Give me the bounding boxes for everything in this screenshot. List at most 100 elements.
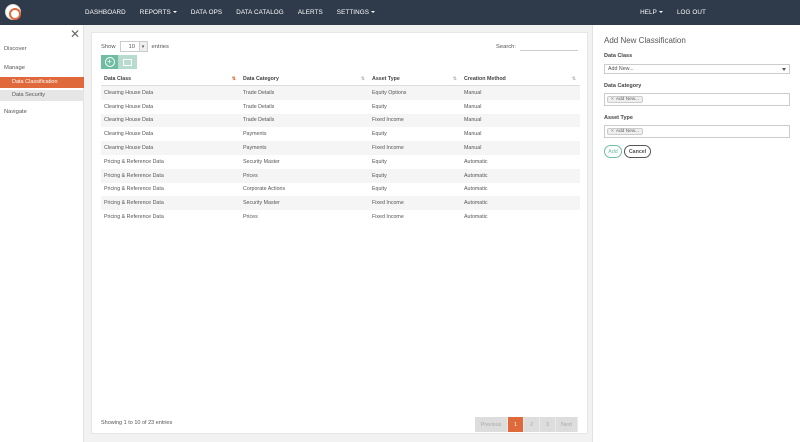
pagination: Previous 1 2 3 Next [475, 417, 578, 432]
cell-data-class: Clearing House Data [104, 131, 154, 138]
entries-select-value: 10 [128, 44, 135, 50]
show-label: Show [101, 43, 116, 50]
classification-table-card: Show 10 ▾ entries Search: + Data Class ⇅ … [91, 32, 588, 434]
column-header-asset-type[interactable]: Asset Type ⇅ [369, 76, 461, 82]
cell-data-class: Clearing House Data [104, 145, 154, 152]
column-header-data-class[interactable]: Data Class ⇅ [101, 76, 240, 82]
entries-length-control: Show 10 ▾ entries [101, 41, 169, 52]
cell-data-class: Pricing & Reference Data [104, 172, 164, 179]
cell-data-category: Corporate Actions [243, 186, 286, 193]
user-nav: HELP LOG OUT [640, 0, 720, 25]
cell-creation-method: Automatic [464, 158, 488, 165]
column-header-data-category[interactable]: Data Category ⇅ [240, 76, 369, 82]
cancel-button[interactable]: Cancel [624, 145, 651, 158]
previous-page-button[interactable]: Previous [475, 417, 508, 432]
nav-data-catalog[interactable]: DATA CATALOG [236, 9, 284, 16]
sidebar-discover[interactable]: Discover [4, 46, 27, 52]
sort-icon: ⇅ [452, 76, 457, 82]
app-logo-icon[interactable] [5, 4, 21, 20]
asset-type-label: Asset Type [604, 115, 633, 121]
cell-creation-method: Manual [464, 131, 482, 138]
tag-remove-icon[interactable]: × [611, 97, 614, 102]
search-input[interactable] [520, 42, 578, 51]
table-row[interactable]: Pricing & Reference Data Security Master F… [101, 196, 580, 211]
cell-asset-type: Equity [372, 158, 387, 165]
tag-remove-icon[interactable]: × [611, 129, 614, 134]
caret-down-icon [371, 11, 376, 14]
next-page-button[interactable]: Next [556, 417, 578, 432]
sidebar-manage[interactable]: Manage [4, 65, 25, 71]
column-header-creation-method[interactable]: Creation Method ⇅ [461, 76, 580, 82]
nav-help[interactable]: HELP [640, 9, 663, 16]
cell-asset-type: Equity Options [372, 89, 407, 96]
asset-type-tag-input[interactable]: × Add New... [604, 125, 790, 138]
add-classification-panel: Add New Classification Data Class Add Ne… [592, 25, 800, 442]
cell-data-category: Trade Details [243, 89, 275, 96]
cell-creation-method: Manual [464, 117, 482, 124]
column-visibility-button[interactable] [118, 55, 137, 69]
cell-data-class: Pricing & Reference Data [104, 186, 164, 193]
table-row[interactable]: Clearing House Data Trade Details Fixed In… [101, 113, 580, 128]
table-row[interactable]: Pricing & Reference Data Prices Fixed Inco… [101, 210, 580, 224]
table-body: Clearing House Data Trade Details Equity O… [101, 86, 580, 224]
cell-data-category: Trade Details [243, 103, 275, 110]
page-1-button[interactable]: 1 [508, 417, 524, 432]
nav-data-ops[interactable]: DATA OPS [191, 9, 222, 16]
classification-table: Data Class ⇅ Data Category ⇅ Asset Type ⇅ C… [101, 73, 580, 224]
data-class-select[interactable]: Add New... [604, 64, 790, 74]
cell-creation-method: Automatic [464, 186, 488, 193]
cell-creation-method: Manual [464, 89, 482, 96]
caret-down-icon [172, 11, 177, 14]
cell-creation-method: Manual [464, 145, 482, 152]
table-row[interactable]: Clearing House Data Payments Equity Manual [101, 127, 580, 141]
cell-creation-method: Manual [464, 103, 482, 110]
cell-data-class: Clearing House Data [104, 103, 154, 110]
sidebar-item-data-classification[interactable]: Data Classification [0, 77, 84, 88]
cell-asset-type: Equity [372, 131, 387, 138]
data-class-label: Data Class [604, 53, 633, 59]
table-row[interactable]: Pricing & Reference Data Corporate Action… [101, 183, 580, 197]
table-row[interactable]: Clearing House Data Payments Fixed Income M… [101, 141, 580, 155]
data-category-tag[interactable]: × Add New... [607, 96, 644, 103]
sidebar-navigate[interactable]: Navigate [4, 109, 27, 115]
sort-icon: ⇅ [360, 76, 365, 82]
cell-data-category: Security Master [243, 158, 280, 165]
sidebar: ✕ Discover Manage Data Classification Da… [0, 25, 84, 442]
asset-type-tag[interactable]: × Add New... [607, 128, 644, 135]
sort-icon: ⇅ [231, 76, 236, 82]
sort-icon: ⇅ [571, 76, 576, 82]
close-icon[interactable]: ✕ [70, 28, 80, 40]
nav-settings[interactable]: SETTINGS [337, 9, 376, 16]
cell-data-category: Prices [243, 214, 258, 221]
page-2-button[interactable]: 2 [524, 417, 540, 432]
table-actions: + [101, 55, 137, 69]
cell-data-category: Trade Details [243, 117, 275, 124]
search-label: Search: [496, 43, 516, 50]
nav-reports[interactable]: REPORTS [140, 9, 177, 16]
nav-logout[interactable]: LOG OUT [677, 9, 706, 16]
caret-down-icon [658, 11, 663, 14]
add-classification-button[interactable]: + [101, 55, 118, 69]
nav-alerts[interactable]: ALERTS [298, 9, 323, 16]
cell-data-class: Pricing & Reference Data [104, 200, 164, 207]
nav-dashboard[interactable]: DASHBOARD [85, 9, 126, 16]
table-row[interactable]: Pricing & Reference Data Security Master E… [101, 155, 580, 169]
table-row[interactable]: Clearing House Data Trade Details Equity O… [101, 86, 580, 100]
cell-data-class: Pricing & Reference Data [104, 214, 164, 221]
cell-asset-type: Fixed Income [372, 145, 404, 152]
cell-data-class: Pricing & Reference Data [104, 158, 164, 165]
page-3-button[interactable]: 3 [540, 417, 556, 432]
chevron-down-icon [782, 68, 786, 71]
entries-select[interactable]: 10 ▾ [119, 41, 148, 52]
table-info: Showing 1 to 10 of 23 entries [101, 420, 173, 426]
cell-creation-method: Automatic [464, 214, 488, 221]
cell-data-category: Payments [243, 131, 267, 138]
add-button[interactable]: Add [604, 145, 622, 158]
sidebar-item-data-security[interactable]: Data Security [0, 90, 84, 101]
table-search: Search: [496, 42, 578, 51]
table-row[interactable]: Pricing & Reference Data Prices Equity Auto… [101, 168, 580, 183]
table-row[interactable]: Clearing House Data Trade Details Equity Ma… [101, 100, 580, 114]
data-category-label: Data Category [604, 83, 642, 89]
cell-data-class: Clearing House Data [104, 89, 154, 96]
data-category-tag-input[interactable]: × Add New... [604, 93, 790, 106]
